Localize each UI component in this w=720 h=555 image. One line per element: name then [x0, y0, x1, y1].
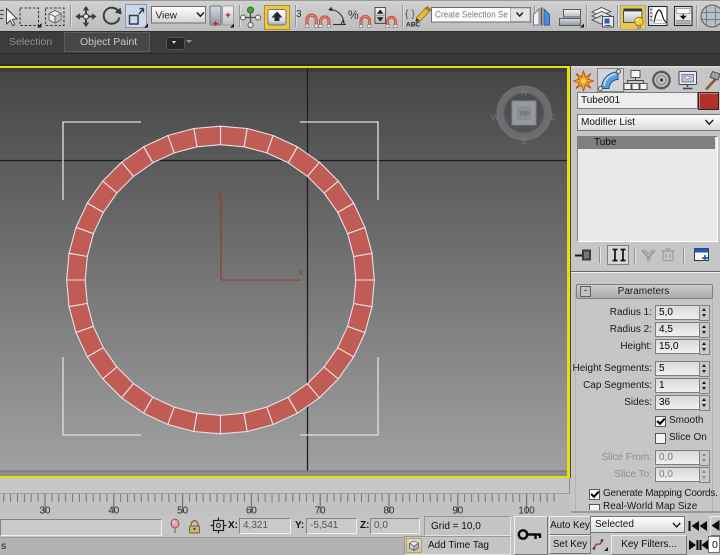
svg-text:90: 90	[452, 506, 463, 517]
svg-text:S: S	[521, 136, 527, 146]
svg-text:TOP: TOP	[519, 112, 530, 118]
svg-text:Create Selection Se: Create Selection Se	[435, 10, 508, 20]
svg-text:30: 30	[40, 506, 51, 517]
svg-text:80: 80	[384, 506, 395, 517]
svg-text:E: E	[550, 112, 556, 122]
svg-text:W: W	[491, 112, 499, 122]
svg-text:x: x	[299, 267, 304, 278]
svg-text:{ }: { }	[405, 8, 415, 20]
svg-text:y: y	[218, 189, 223, 200]
svg-text:View: View	[156, 11, 178, 22]
svg-text:70: 70	[315, 506, 326, 517]
svg-text:ABC: ABC	[406, 22, 420, 29]
svg-text:N: N	[521, 88, 527, 98]
svg-text:100: 100	[518, 506, 535, 517]
svg-text:3: 3	[296, 9, 302, 20]
svg-text:%: %	[348, 8, 359, 22]
svg-text:40: 40	[108, 506, 119, 517]
svg-text:60: 60	[246, 506, 257, 517]
svg-text:50: 50	[177, 506, 188, 517]
